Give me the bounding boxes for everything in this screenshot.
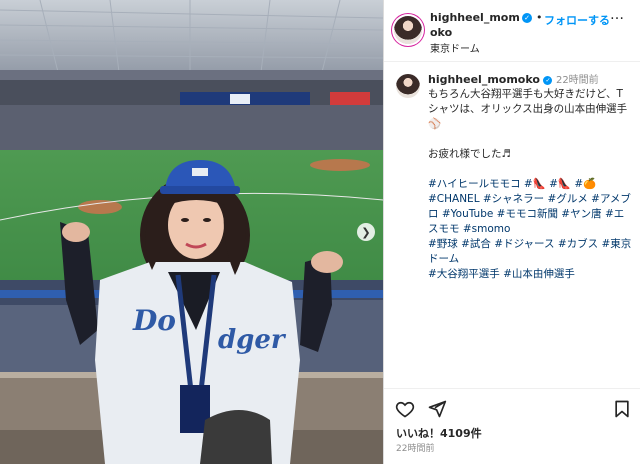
post-time-ago: 22時間前 — [396, 444, 435, 454]
post-photo[interactable]: Do dger ❯ — [0, 0, 383, 464]
caption-avatar[interactable] — [396, 74, 420, 98]
post-actions: いいね！4109件 22時間前 — [384, 388, 640, 464]
share-icon[interactable] — [427, 399, 447, 419]
hashtags-2[interactable]: #CHANEL #シャネラー #グルメ #アメブロ #YouTube #モモコ新… — [428, 192, 633, 237]
heart-icon[interactable] — [395, 399, 415, 419]
caption-header: highheel_momoko ✓ 22時間前 — [428, 73, 599, 88]
post-header: highheel_momoko ✓ • フォローする … 東京ドーム — [384, 0, 640, 62]
caption-time[interactable]: 22時間前 — [556, 75, 599, 86]
follow-button[interactable]: フォローする — [544, 12, 610, 28]
caption-line-1: もちろん大谷翔平選手も大好きだけど、Tシャツは、オリックス出身の山本由伸選手⚾ — [428, 88, 628, 130]
caption-line-2: お疲れ様でした♬ — [428, 148, 511, 160]
stadium-photo-illustration: Do dger — [0, 0, 383, 464]
post-caption-area: highheel_momoko ✓ 22時間前 もちろん大谷翔平選手も大好きだけ… — [384, 62, 640, 388]
caption-username[interactable]: highheel_momoko — [428, 73, 540, 86]
chevron-right-icon: ❯ — [361, 225, 371, 239]
hashtags-4[interactable]: #大谷翔平選手 #山本由伸選手 — [428, 267, 633, 282]
likes-count[interactable]: いいね！4109件 — [396, 425, 482, 441]
more-options-icon[interactable]: … — [610, 7, 625, 23]
svg-text:dger: dger — [218, 325, 287, 355]
caption-text: もちろん大谷翔平選手も大好きだけど、Tシャツは、オリックス出身の山本由伸選手⚾ … — [428, 87, 633, 282]
hashtags-3[interactable]: #野球 #試合 #ドジャース #カブス #東京ドーム — [428, 237, 633, 267]
follow-separator: • — [536, 11, 543, 24]
post-location[interactable]: 東京ドーム — [430, 40, 480, 55]
post-side-panel: highheel_momoko ✓ • フォローする … 東京ドーム highh… — [383, 0, 640, 464]
bookmark-icon[interactable] — [612, 399, 632, 419]
svg-text:Do: Do — [132, 304, 176, 337]
profile-avatar[interactable] — [394, 16, 422, 44]
carousel-next-button[interactable]: ❯ — [357, 223, 375, 241]
hashtags-1[interactable]: #ハイヒールモモコ #👠 #👠 #🍊 — [428, 177, 633, 192]
post-username[interactable]: highheel_momoko — [430, 10, 520, 40]
verified-badge-icon: ✓ — [522, 13, 532, 23]
caption-verified-icon: ✓ — [543, 76, 553, 85]
